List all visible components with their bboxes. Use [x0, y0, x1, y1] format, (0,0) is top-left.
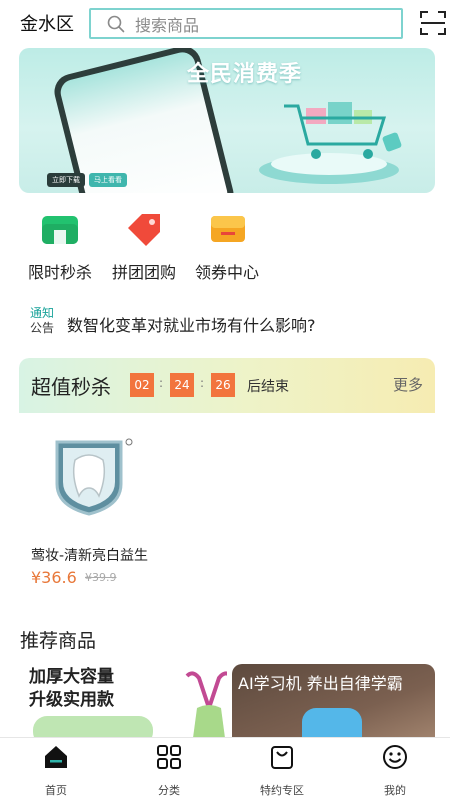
smile-icon	[383, 745, 407, 769]
quick-entry-label: 限时秒杀	[27, 263, 92, 282]
recommend-title: 推荐商品	[20, 630, 97, 652]
recommend-card-ai-tablet[interactable]: AI学习机 养出自律学霸	[232, 664, 435, 744]
tab-label: 我的	[384, 784, 406, 797]
countdown-separator: :	[200, 376, 205, 390]
quick-entry-label: 领券中心	[194, 263, 259, 282]
quick-entry-label: 拼团团购	[111, 263, 176, 282]
banner-buttons: 立即下载 马上看看	[47, 173, 127, 187]
recommend-card-text: 加厚大容量 升级实用款	[29, 666, 114, 712]
flash-sale-header: 超值秒杀 02 : 24 : 26 后结束 更多	[19, 358, 435, 413]
countdown-end-label: 后结束	[247, 379, 289, 395]
tab-mine[interactable]: 我的	[355, 744, 435, 798]
notice-tag: 通知 公告	[30, 306, 62, 336]
search-placeholder: 搜索商品	[135, 15, 200, 35]
recommend-card-trash-bags[interactable]: 加厚大容量 升级实用款	[19, 664, 227, 744]
recommend-card-line: 升级实用款	[29, 690, 114, 710]
search-icon	[107, 15, 125, 32]
bag-icon	[271, 746, 293, 769]
coupon-icon	[211, 216, 245, 242]
tab-label: 首页	[45, 784, 67, 797]
tab-label: 分类	[158, 784, 180, 797]
quick-entry-coupon-center[interactable]: 领券中心	[187, 212, 267, 283]
quick-entry-group-buy[interactable]: 拼团团购	[104, 212, 184, 283]
banner-alt-label: 马上看看	[89, 173, 127, 187]
flash-sale-title: 超值秒杀	[31, 375, 111, 399]
header: 金水区 搜索商品	[0, 0, 450, 46]
banner-download-label: 立即下载	[47, 173, 85, 187]
search-input[interactable]: 搜索商品	[89, 8, 403, 39]
quick-entry-flash-sale[interactable]: 限时秒杀	[20, 212, 100, 283]
flash-sale-more-link[interactable]: 更多	[393, 374, 423, 395]
product-price: ¥36.6	[31, 568, 77, 587]
scan-icon[interactable]	[420, 10, 446, 36]
countdown-seconds: 26	[211, 373, 235, 397]
tab-category[interactable]: 分类	[129, 744, 209, 798]
home-icon	[45, 746, 67, 768]
countdown-separator: :	[159, 376, 164, 390]
tab-home[interactable]: 首页	[16, 744, 96, 798]
product-name[interactable]: 莺妆-清新亮白益生	[31, 545, 148, 565]
recommend-card-line: 加厚大容量	[29, 667, 114, 687]
location-selector[interactable]: 金水区	[20, 10, 74, 36]
notice-tag-top: 通知	[30, 306, 55, 320]
tab-special-zone[interactable]: 特约专区	[242, 744, 322, 798]
grid-icon	[157, 745, 181, 769]
tab-label: 特约专区	[260, 784, 304, 797]
wallet-icon	[42, 216, 78, 244]
tag-icon	[128, 214, 160, 246]
promo-banner[interactable]: 立即下载 马上看看 全民消费季	[19, 48, 435, 193]
countdown-hours: 02	[130, 373, 154, 397]
bottom-tab-bar: 首页 分类 特约专区 我的	[0, 737, 450, 800]
banner-title: 全民消费季	[187, 62, 303, 87]
countdown-minutes: 24	[170, 373, 194, 397]
shopping-cart-icon	[259, 102, 402, 184]
notice-bar[interactable]: 通知 公告 数智化变革对就业市场有什么影响?	[30, 306, 430, 342]
product-image[interactable]	[49, 436, 135, 516]
flash-sale-section: 超值秒杀 02 : 24 : 26 后结束 更多 莺妆-清新亮白益生 ¥36.6…	[19, 358, 435, 598]
notice-text[interactable]: 数智化变革对就业市场有什么影响?	[67, 312, 316, 336]
trash-bag-icon	[185, 671, 227, 738]
notice-tag-bottom: 公告	[30, 321, 55, 335]
product-original-price: ¥39.9	[85, 571, 117, 584]
recommend-card-text: AI学习机 养出自律学霸	[238, 674, 403, 693]
